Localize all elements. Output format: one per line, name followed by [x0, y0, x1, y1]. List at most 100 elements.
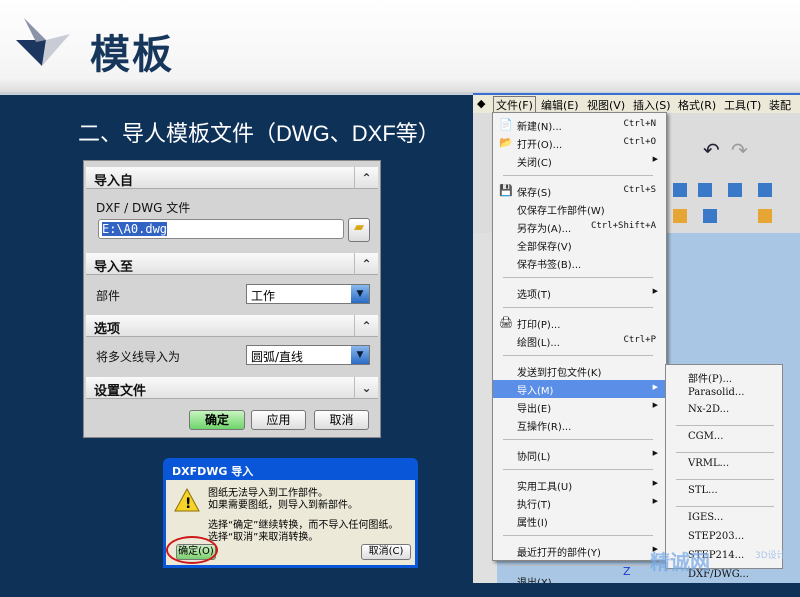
slide-title: 模板: [90, 32, 174, 78]
menu-separator: [503, 355, 653, 356]
svg-text:↷: ↷: [731, 138, 748, 162]
file-menu-item[interactable]: 💾 保存(S) Ctrl+S: [493, 182, 666, 200]
collapse-icon[interactable]: ⌃: [354, 167, 378, 189]
import-submenu-item[interactable]: Nx-2D...: [688, 404, 729, 415]
import-submenu-item[interactable]: 部件(P)...: [688, 370, 732, 385]
menu-edit[interactable]: 编辑(E): [541, 97, 579, 113]
file-menu-item[interactable]: 退出(X): [493, 572, 666, 583]
file-path-input[interactable]: E:\A0.dwg: [98, 219, 344, 239]
section-label: 导入至: [94, 260, 134, 275]
file-menu-item[interactable]: 执行(T) ▶: [493, 494, 666, 512]
menu-item-icon: 📂: [499, 136, 513, 149]
file-menu-item[interactable]: 📂 打开(O)... Ctrl+O: [493, 134, 666, 152]
section-import-from[interactable]: 导入自 ⌃: [86, 167, 378, 189]
menu-item-shortcut: Ctrl+S: [623, 185, 656, 195]
section-label: 导入自: [94, 174, 134, 189]
file-menu-item[interactable]: 保存书签(B)...: [493, 254, 666, 272]
import-submenu-item[interactable]: Parasolid...: [688, 387, 744, 398]
menu-item-label: 实用工具(U): [517, 482, 573, 493]
file-menu-item[interactable]: 📄 新建(N)... Ctrl+N: [493, 116, 666, 134]
expand-icon[interactable]: ⌄: [354, 377, 378, 399]
menu-format[interactable]: 格式(R): [678, 97, 716, 113]
file-path-value: E:\A0.dwg: [102, 222, 168, 236]
cancel-button[interactable]: 取消: [314, 410, 369, 430]
file-menu-item[interactable]: 选项(T) ▶: [493, 284, 666, 302]
slide-header: 模板: [0, 0, 800, 92]
menu-item-label: 仅保存工作部件(W): [517, 206, 605, 217]
file-menu-item[interactable]: 协同(L) ▶: [493, 446, 666, 464]
file-menu-item[interactable]: 属性(I): [493, 512, 666, 530]
submenu-arrow-icon: ▶: [652, 497, 658, 505]
menu-item-label: 发送到打包文件(K): [517, 368, 602, 379]
menu-separator: [503, 175, 653, 176]
submenu-arrow-icon: ▶: [652, 479, 658, 487]
file-label: DXF / DWG 文件: [96, 201, 191, 215]
file-menu-item[interactable]: 另存为(A)... Ctrl+Shift+A: [493, 218, 666, 236]
menu-item-label: 保存书签(B)...: [517, 260, 582, 271]
section-label: 选项: [94, 322, 121, 337]
part-select[interactable]: 工作 ▼: [246, 284, 370, 304]
menu-item-label: 属性(I): [517, 518, 548, 529]
menu-tools[interactable]: 工具(T): [724, 97, 761, 113]
file-menu-item[interactable]: 发送到打包文件(K): [493, 362, 666, 380]
import-submenu-item[interactable]: IGES...: [688, 512, 723, 523]
collapse-icon[interactable]: ⌃: [354, 315, 378, 337]
menu-item-label: 退出(X): [517, 578, 552, 583]
menu-item-label: 导入(M): [517, 386, 554, 397]
alert-cancel-button[interactable]: 取消(C): [361, 544, 411, 560]
import-submenu-item[interactable]: VRML...: [688, 458, 729, 469]
submenu-arrow-icon: ▶: [652, 155, 658, 163]
section-settings-file[interactable]: 设置文件 ⌄: [86, 377, 378, 399]
menu-view[interactable]: 视图(V): [587, 97, 625, 113]
file-menu-item[interactable]: 绘图(L)... Ctrl+P: [493, 332, 666, 350]
file-menu-item[interactable]: 仅保存工作部件(W): [493, 200, 666, 218]
menu-item-label: 另存为(A)...: [517, 224, 572, 235]
file-menu-item[interactable]: 全部保存(V): [493, 236, 666, 254]
file-menu-item[interactable]: 实用工具(U) ▶: [493, 476, 666, 494]
import-submenu-item[interactable]: STL...: [688, 485, 718, 496]
menu-item-shortcut: Ctrl+Shift+A: [590, 221, 656, 231]
menu-item-label: 互操作(R)...: [517, 422, 572, 433]
menu-bar: ◆ 文件(F) 编辑(E) 视图(V) 插入(S) 格式(R) 工具(T) 装配: [473, 93, 800, 114]
part-value: 工作: [251, 289, 276, 303]
file-menu-item[interactable]: 互操作(R)...: [493, 416, 666, 434]
apply-button[interactable]: 应用: [251, 410, 306, 430]
submenu-arrow-icon: ▶: [652, 449, 658, 457]
submenu-arrow-icon: ▶: [652, 383, 658, 391]
menu-item-icon: 💾: [499, 184, 513, 197]
menu-insert[interactable]: 插入(S): [633, 97, 671, 113]
polyline-select[interactable]: 圆弧/直线 ▼: [246, 345, 370, 365]
menu-separator: [503, 469, 653, 470]
import-submenu: 部件(P)... Parasolid... Nx-2D... CGM... VRML..…: [665, 364, 783, 580]
menu-separator: [676, 452, 774, 453]
menu-assembly[interactable]: 装配: [769, 97, 791, 113]
folder-icon: ▰: [354, 220, 364, 235]
slide-subtitle: 二、导人模板文件（DWG、DXF等）: [78, 121, 440, 146]
section-options[interactable]: 选项 ⌃: [86, 315, 378, 337]
file-menu-item[interactable]: 最近打开的部件(Y) ▶: [493, 542, 666, 560]
highlight-circle: [166, 536, 218, 564]
import-submenu-item[interactable]: CGM...: [688, 431, 723, 442]
svg-text:↶: ↶: [703, 138, 720, 162]
ok-button[interactable]: 确定: [189, 410, 245, 430]
logo-icon: [16, 18, 70, 66]
menu-item-label: 关闭(C): [517, 158, 552, 169]
file-menu-item[interactable]: 导出(E) ▶: [493, 398, 666, 416]
menu-item-label: 新建(N)...: [517, 122, 562, 133]
file-menu-item[interactable]: 关闭(C) ▶: [493, 152, 666, 170]
import-submenu-item[interactable]: STEP203...: [688, 531, 744, 542]
menu-separator: [503, 307, 653, 308]
menu-item-shortcut: Ctrl+N: [623, 119, 656, 129]
collapse-icon[interactable]: ⌃: [354, 253, 378, 275]
menu-separator: [676, 425, 774, 426]
app-icon: ◆: [477, 97, 486, 110]
browse-folder-button[interactable]: ▰: [348, 218, 370, 242]
nx-window: ↶ ↷ ◆ 文件(F) 编辑(E) 视图(V) 插入(S) 格式(R) 工具(T)…: [473, 93, 800, 583]
section-import-to[interactable]: 导入至 ⌃: [86, 253, 378, 275]
message-line: 如果需要图纸，则导入到新部件。: [208, 500, 358, 511]
watermark-tag: 3D设计: [755, 551, 786, 561]
file-menu-item[interactable]: 导入(M) ▶: [493, 380, 666, 398]
menu-separator: [503, 535, 653, 536]
file-menu-item[interactable]: 🖨 打印(P)...: [493, 314, 666, 332]
menu-item-label: 保存(S): [517, 188, 552, 199]
